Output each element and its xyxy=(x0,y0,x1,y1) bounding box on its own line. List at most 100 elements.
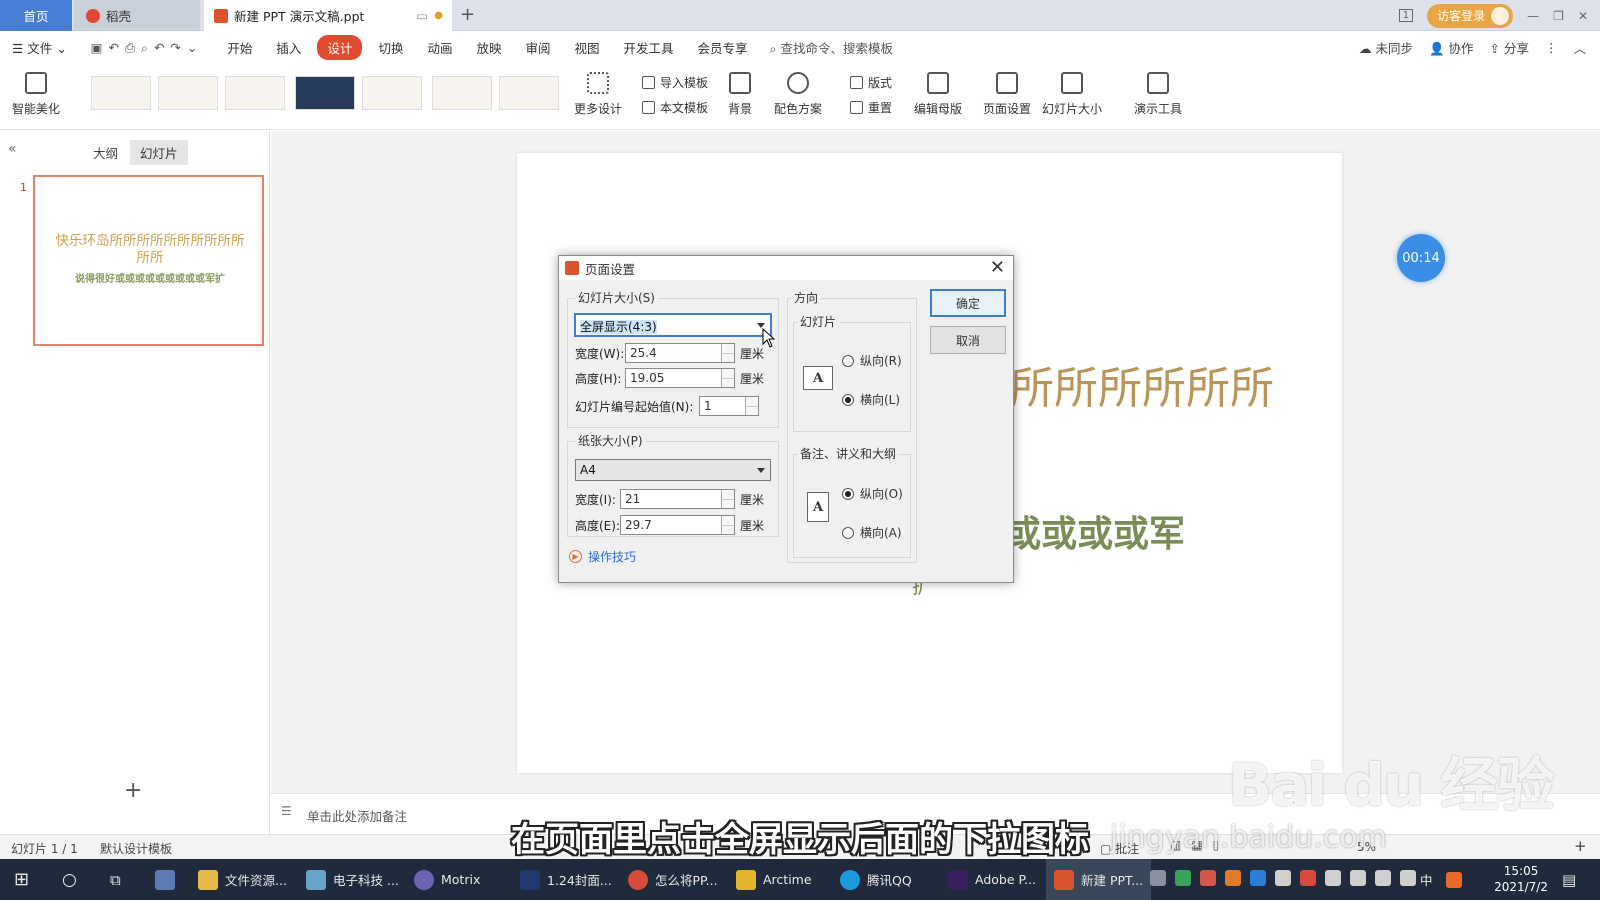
slide-subtitle-text[interactable]: 或或或或军 xyxy=(1005,505,1185,557)
taskbar-arctime[interactable]: Arctime xyxy=(736,859,812,900)
screen-icon[interactable]: ▭ xyxy=(416,8,428,23)
import-template-button[interactable]: 导入模板 xyxy=(642,74,708,91)
stepper-down-icon[interactable] xyxy=(721,499,734,508)
portrait-o-radio[interactable]: 纵向(O) xyxy=(842,485,903,502)
smart-beautify-button[interactable]: 智能美化 xyxy=(12,72,60,117)
system-tray[interactable] xyxy=(1150,870,1416,886)
design-template-2[interactable] xyxy=(158,76,218,110)
restore-icon[interactable]: ❐ xyxy=(1553,9,1564,23)
share-button[interactable]: ⇪ 分享 xyxy=(1490,38,1529,57)
paper-height-stepper[interactable]: 29.7 xyxy=(620,515,735,535)
collab-button[interactable]: 👤 协作 xyxy=(1429,38,1474,57)
clock[interactable]: 15:05 2021/7/2 xyxy=(1494,863,1548,895)
design-template-6[interactable] xyxy=(432,76,492,110)
slide-size-button[interactable]: 幻灯片大小 xyxy=(1042,72,1102,117)
close-window-icon[interactable]: ✕ xyxy=(1578,9,1588,23)
task-view-icon[interactable]: ⧉ xyxy=(110,859,121,900)
taskbar-wps-active[interactable]: 新建 PPT... xyxy=(1046,859,1152,900)
width-stepper[interactable]: 25.4 xyxy=(625,343,735,363)
menu-view[interactable]: 视图 xyxy=(563,38,612,57)
stepper-down-icon[interactable] xyxy=(745,406,758,415)
taskbar-motrix[interactable]: Motrix xyxy=(414,859,480,900)
slide-size-select[interactable]: 全屏显示(4:3) xyxy=(574,313,772,337)
more-icon[interactable]: ⋮ xyxy=(1545,40,1558,55)
taskbar-qq[interactable]: 腾讯QQ xyxy=(840,859,912,900)
present-tools-button[interactable]: 演示工具 xyxy=(1134,72,1182,117)
stepper-up-icon[interactable] xyxy=(721,490,734,499)
color-scheme-button[interactable]: 配色方案 xyxy=(774,72,822,117)
menu-member[interactable]: 会员专享 xyxy=(686,38,760,57)
design-template-4[interactable] xyxy=(295,76,355,110)
slide-thumbnail[interactable]: 快乐环岛所所所所所所所所所所所所 说得很好或或或或或或或或或军扩 xyxy=(33,175,264,346)
tray-icon xyxy=(1275,870,1291,886)
tab-document[interactable]: 新建 PPT 演示文稿.ppt ▭ ● xyxy=(204,0,452,31)
tips-link[interactable]: ▶ 操作技巧 xyxy=(569,548,636,565)
menu-transition[interactable]: 切换 xyxy=(366,38,415,57)
ime-indicator[interactable]: 中 xyxy=(1420,859,1433,900)
taskbar-premiere[interactable]: Adobe P... xyxy=(948,859,1036,900)
close-icon[interactable]: ✕ xyxy=(990,257,1005,278)
search-circle-icon[interactable]: ○ xyxy=(62,859,77,900)
new-tab-button[interactable]: + xyxy=(460,4,475,25)
design-template-3[interactable] xyxy=(225,76,285,110)
design-template-7[interactable] xyxy=(499,76,559,110)
edit-master-button[interactable]: 编辑母版 xyxy=(914,72,962,117)
stepper-up-icon[interactable] xyxy=(745,397,758,406)
taskbar-ebook[interactable]: 电子科技 ... xyxy=(306,859,399,900)
taskbar-explorer[interactable]: 文件资源... xyxy=(198,859,287,900)
menu-design[interactable]: 设计 xyxy=(317,35,363,60)
menu-developer[interactable]: 开发工具 xyxy=(612,38,686,57)
more-design-button[interactable]: 更多设计 xyxy=(574,72,622,117)
windows-start-icon[interactable]: ⊞ xyxy=(14,859,29,900)
paper-width-stepper[interactable]: 21 xyxy=(620,489,735,509)
menu-slideshow[interactable]: 放映 xyxy=(464,38,513,57)
height-stepper[interactable]: 19.05 xyxy=(625,368,735,388)
layout-button[interactable]: 版式 xyxy=(850,74,892,91)
taskbar-photoshop[interactable]: 1.24封面... xyxy=(520,859,612,900)
paper-size-select[interactable]: A4 xyxy=(575,459,771,481)
collapse-panel-icon[interactable]: « xyxy=(8,141,17,157)
collapse-ribbon-icon[interactable]: ︿ xyxy=(1573,38,1586,57)
cancel-button[interactable]: 取消 xyxy=(930,326,1006,354)
stepper-up-icon[interactable] xyxy=(721,516,734,525)
stepper-down-icon[interactable] xyxy=(721,378,734,387)
landscape-a-radio[interactable]: 横向(A) xyxy=(842,524,902,541)
menu-insert[interactable]: 插入 xyxy=(264,38,313,57)
stepper-up-icon[interactable] xyxy=(721,369,734,378)
taskbar-desktop-app[interactable] xyxy=(155,859,175,900)
menu-start[interactable]: 开始 xyxy=(215,38,264,57)
notification-icon[interactable]: ▤ xyxy=(1562,859,1576,900)
tab-outline[interactable]: 大纲 xyxy=(93,143,118,162)
slide-title-text[interactable]: 所所所所所所 xyxy=(1010,352,1274,416)
background-button[interactable]: 背景 xyxy=(728,72,752,117)
taskbar-chrome[interactable]: 怎么将PP... xyxy=(628,859,718,900)
reset-button[interactable]: 重置 xyxy=(850,99,892,116)
landscape-l-radio[interactable]: 横向(L) xyxy=(842,391,900,408)
stepper-up-icon[interactable] xyxy=(721,344,734,353)
page-setup-button[interactable]: 页面设置 xyxy=(983,72,1031,117)
menu-review[interactable]: 审阅 xyxy=(513,38,562,57)
start-number-stepper[interactable]: 1 xyxy=(699,396,759,416)
quick-access-toolbar[interactable]: ▣↶⎙⌕↶↷⌄ xyxy=(79,40,216,56)
design-template-5[interactable] xyxy=(362,76,422,110)
design-template-1[interactable] xyxy=(91,76,151,110)
stepper-down-icon[interactable] xyxy=(721,353,734,362)
sogou-icon[interactable] xyxy=(1446,859,1462,900)
search-command[interactable]: ⌕ 查找命令、搜索模板 xyxy=(770,38,894,57)
stepper-down-icon[interactable] xyxy=(721,525,734,534)
ok-button[interactable]: 确定 xyxy=(930,289,1006,317)
tab-home[interactable]: 首页 xyxy=(0,0,72,31)
menu-animation[interactable]: 动画 xyxy=(415,38,464,57)
file-menu[interactable]: ☰ 文件 ⌄ xyxy=(0,38,79,57)
text-template-button[interactable]: 本文模板 xyxy=(642,99,708,116)
portrait-r-radio[interactable]: 纵向(R) xyxy=(842,352,902,369)
visitor-login-button[interactable]: 访客登录 xyxy=(1427,3,1514,28)
tab-slides[interactable]: 幻灯片 xyxy=(130,140,188,165)
sync-button[interactable]: ☁ 未同步 xyxy=(1359,38,1413,57)
add-slide-button[interactable]: + xyxy=(124,778,142,803)
minimize-icon[interactable]: — xyxy=(1527,9,1539,23)
network-icon xyxy=(1375,870,1391,886)
tab-daoke[interactable]: 稻壳 xyxy=(74,0,200,31)
window-count-icon[interactable]: 1 xyxy=(1398,9,1414,22)
chevron-down-icon[interactable] xyxy=(757,468,765,473)
